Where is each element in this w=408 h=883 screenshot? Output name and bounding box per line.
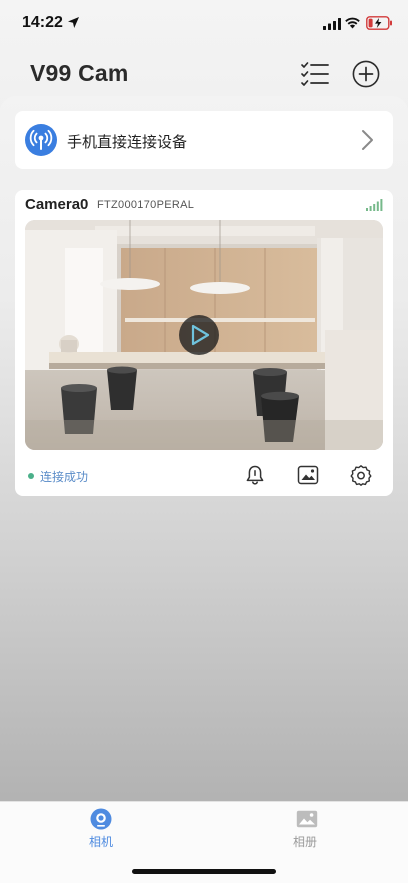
settings-gear-icon[interactable] <box>350 464 372 486</box>
wifi-strength-icon <box>366 199 383 211</box>
wifi-icon <box>345 17 360 29</box>
app-screen: 14:22 V99 Cam 手机直接连接设备 Camera0 FTZ000170… <box>0 0 408 883</box>
album-icon <box>296 810 318 828</box>
camera-name: Camera0 <box>25 196 89 213</box>
home-indicator <box>132 869 276 874</box>
battery-charging-icon <box>366 16 392 30</box>
status-indicator-dot <box>28 473 34 479</box>
chevron-right-icon <box>362 130 373 150</box>
direct-connect-card[interactable]: 手机直接连接设备 <box>15 111 393 169</box>
status-bar: 14:22 <box>0 0 408 48</box>
status-time: 14:22 <box>22 14 63 31</box>
location-arrow-icon <box>68 17 79 28</box>
signal-broadcast-icon <box>25 124 57 156</box>
cellular-signal-icon <box>323 18 341 30</box>
album-icon[interactable] <box>297 465 319 485</box>
alarm-bell-icon[interactable] <box>244 464 266 486</box>
direct-connect-label: 手机直接连接设备 <box>67 133 188 151</box>
camera-device-id: FTZ000170PERAL <box>97 199 195 211</box>
checklist-icon[interactable] <box>300 60 330 88</box>
tab-album-label: 相册 <box>293 835 318 849</box>
play-button[interactable] <box>179 315 219 355</box>
plus-circle-icon[interactable] <box>352 60 380 88</box>
tab-camera-label: 相机 <box>89 835 114 849</box>
connection-status: 连接成功 <box>40 470 89 484</box>
page-title: V99 Cam <box>30 60 129 86</box>
play-icon <box>191 324 210 346</box>
camera-icon <box>90 808 112 830</box>
